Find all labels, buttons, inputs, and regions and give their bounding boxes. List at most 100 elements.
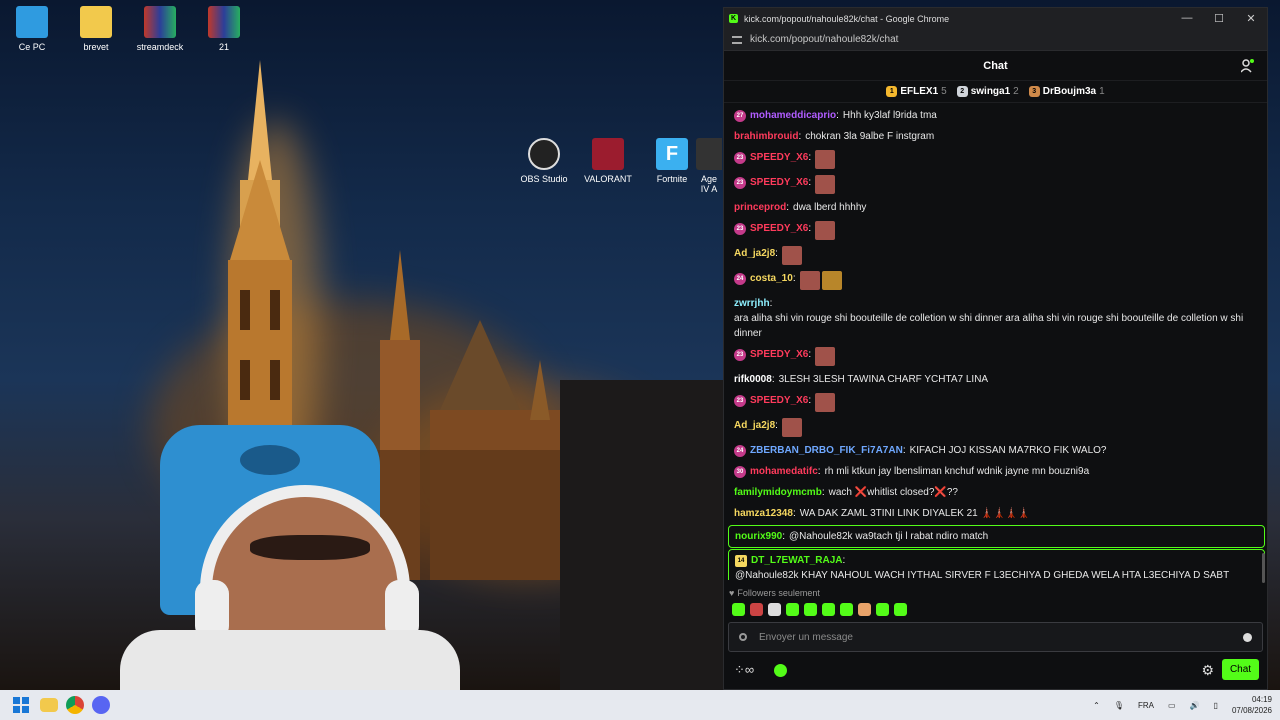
language-indicator[interactable]: FRA (1138, 701, 1154, 710)
chat-message[interactable]: 30 mohamedatifc: rh mli ktkun jay lbenslim… (724, 461, 1269, 482)
emote-icon[interactable] (768, 603, 781, 616)
chat-message[interactable]: 23 SPEEDY_X6: (724, 172, 1269, 197)
chat-scrollbar[interactable] (1262, 553, 1265, 583)
chat-username[interactable]: brahimbrouid (734, 129, 798, 144)
leaderboard-entry[interactable]: 1 EFLEX1 5 (886, 86, 947, 97)
highlighted-message[interactable]: 14 DT_L7EWAT_RAJA: @Nahoule82k KHAY NAHOUL… (728, 549, 1265, 580)
chat-message-list[interactable]: 27 mohameddicaprio: Hhh ky3laf l9rida tma b… (724, 105, 1269, 580)
network-icon[interactable]: ▭ (1168, 701, 1176, 710)
minimize-button[interactable]: — (1171, 12, 1203, 25)
chat-message[interactable]: brahimbrouid: chokran 3la 9albe F instgra… (724, 126, 1269, 147)
chat-username[interactable]: rifk0008 (734, 372, 772, 387)
chat-emote-icon (815, 150, 836, 169)
chat-username[interactable]: hamza12348 (734, 506, 793, 521)
window-titlebar[interactable]: K kick.com/popout/nahoule82k/chat - Goog… (724, 8, 1267, 29)
emote-icon[interactable] (876, 603, 889, 616)
leaderboard-entry[interactable]: 2 swinga1 2 (956, 86, 1019, 97)
desktop-icon-this-pc[interactable]: Ce PC (1, 6, 63, 52)
rank-badge-icon: 3 (1028, 86, 1040, 97)
emote-icon[interactable] (786, 603, 799, 616)
chat-username[interactable]: SPEEDY_X6 (750, 150, 808, 165)
url-text[interactable]: kick.com/popout/nahoule82k/chat (750, 34, 898, 45)
chat-message[interactable]: zwrrjhh: ara aliha shi vin rouge shi boou… (724, 293, 1269, 344)
emoji-picker-icon[interactable] (1243, 632, 1252, 642)
chat-bottom-bar: ⁘∞ ⚙ Chat (724, 658, 1269, 682)
close-button[interactable]: ✕ (1235, 12, 1267, 25)
chat-message[interactable]: Ad_ja2j8: (724, 415, 1269, 440)
chat-message[interactable]: 23 SPEEDY_X6: (724, 344, 1269, 369)
address-bar[interactable]: kick.com/popout/nahoule82k/chat (724, 29, 1267, 51)
chat-message[interactable]: 24 costa_10: (724, 268, 1269, 293)
discord-icon[interactable] (92, 696, 110, 714)
message-placeholder[interactable]: Envoyer un message (759, 632, 853, 643)
chat-emote-icon (815, 221, 836, 240)
username-separator: : (808, 177, 812, 188)
chat-username[interactable]: DT_L7EWAT_RAJA (751, 553, 843, 568)
chat-username[interactable]: mohamedatifc (750, 464, 818, 479)
chat-message[interactable]: 27 mohameddicaprio: Hhh ky3laf l9rida tma (724, 105, 1269, 126)
emote-icon[interactable] (804, 603, 817, 616)
desktop-icon-fortnite[interactable]: F Fortnite (641, 138, 703, 184)
chat-message-text: Hhh ky3laf l9rida tma (842, 110, 937, 121)
chat-username[interactable]: Ad_ja2j8 (734, 246, 775, 261)
desktop-icon-obs[interactable]: OBS Studio (513, 138, 575, 184)
emote-icon[interactable] (894, 603, 907, 616)
emote-icon[interactable] (750, 603, 763, 616)
chat-username[interactable]: mohameddicaprio (750, 108, 836, 123)
chat-username[interactable]: SPEEDY_X6 (750, 175, 808, 190)
gear-icon[interactable]: ⚙ (1201, 662, 1214, 679)
emote-icon[interactable] (858, 603, 871, 616)
chat-username[interactable]: princeprod (734, 200, 786, 215)
chat-message[interactable]: 23 SPEEDY_X6: (724, 218, 1269, 243)
emote-icon[interactable] (822, 603, 835, 616)
chat-message[interactable]: 23 SPEEDY_X6: (724, 390, 1269, 415)
microphone-icon[interactable]: 🎙 (1114, 701, 1124, 710)
leaderboard-entry[interactable]: 3 DrBoujm3a 1 (1028, 86, 1105, 97)
users-icon[interactable] (1241, 59, 1255, 73)
emote-icon[interactable] (840, 603, 853, 616)
maximize-button[interactable]: ☐ (1203, 12, 1235, 25)
chat-username[interactable]: SPEEDY_X6 (750, 221, 808, 236)
chat-username[interactable]: zwrrjhh (734, 296, 770, 311)
username-separator: : (792, 273, 796, 284)
desktop-icon-21[interactable]: 21 (193, 6, 255, 52)
emote-icon[interactable] (732, 603, 745, 616)
infinity-icon[interactable]: ⁘∞ (734, 662, 754, 678)
chat-username[interactable]: familymidoymcmb (734, 485, 822, 500)
highlighted-message[interactable]: nourix990: @Nahoule82k wa9tach tji l raba… (728, 525, 1265, 548)
chat-emote-icon (799, 271, 820, 290)
message-input[interactable]: Envoyer un message (728, 622, 1263, 652)
chat-message[interactable]: Ad_ja2j8: (724, 243, 1269, 268)
chat-message[interactable]: familymidoymcmb: wach ❌whitlist closed?❌?… (724, 482, 1269, 503)
desktop-icon-age[interactable]: Age IV A (696, 138, 722, 194)
subscriber-badge-icon: 23 (734, 177, 746, 189)
chat-username[interactable]: costa_10 (750, 271, 793, 286)
send-chat-button[interactable]: Chat (1222, 659, 1259, 680)
desktop-icon-valorant[interactable]: VALORANT (577, 138, 639, 184)
chevron-up-icon[interactable]: ⌃ (1093, 701, 1100, 710)
chat-message[interactable]: princeprod: dwa lberd hhhhy (724, 197, 1269, 218)
desktop-icon-streamdeck[interactable]: streamdeck (129, 6, 191, 52)
chat-message[interactable]: rifk0008:3LESH 3LESH TAWINA CHARF YCHTA7… (724, 369, 1269, 390)
windows-start-icon[interactable] (10, 694, 32, 716)
site-settings-icon[interactable] (732, 35, 742, 44)
chat-username[interactable]: nourix990 (735, 529, 782, 544)
chat-message[interactable]: hamza12348: WA DAK ZAML 3TINI LINK DIYALE… (724, 503, 1269, 524)
subscriber-badge-icon: 14 (735, 555, 747, 567)
battery-icon[interactable]: ▯ (1214, 701, 1218, 710)
desktop-icon-brevet[interactable]: brevet (65, 6, 127, 52)
clock[interactable]: 04:19 07/08/2026 (1232, 694, 1272, 716)
chat-username[interactable]: ZBERBAN_DRBO_FIK_Fi7A7AN (750, 443, 903, 458)
kick-coin-icon[interactable] (774, 663, 788, 677)
chat-message[interactable]: 24 ZBERBAN_DRBO_FIK_Fi7A7AN: KIFACH JOJ KI… (724, 440, 1269, 461)
chat-username[interactable]: SPEEDY_X6 (750, 393, 808, 408)
chat-username[interactable]: SPEEDY_X6 (750, 347, 808, 362)
chat-header: Chat (724, 51, 1267, 81)
file-explorer-icon[interactable] (40, 698, 58, 712)
chat-username[interactable]: Ad_ja2j8 (734, 418, 775, 433)
record-icon[interactable] (739, 633, 747, 641)
subscriber-badge-icon: 24 (734, 445, 746, 457)
chat-message[interactable]: 23 SPEEDY_X6: (724, 147, 1269, 172)
chrome-icon[interactable] (66, 696, 84, 714)
volume-icon[interactable]: 🔊 (1190, 701, 1200, 710)
